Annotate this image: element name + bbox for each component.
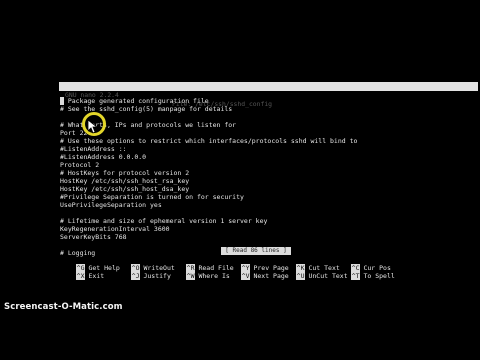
editor-line: # Use these options to restrict which in… (60, 137, 358, 145)
shortcut-label: Exit (88, 272, 105, 280)
editor-line: # HostKeys for protocol version 2 (60, 169, 190, 177)
editor-line: #ListenAddress 0.0.0.0 (60, 153, 147, 161)
recorder-watermark: Screencast-O-Matic.com (4, 302, 123, 312)
shortcut-label: To Spell (363, 272, 395, 280)
shortcut-justify[interactable]: ^J Justify (115, 264, 171, 280)
shortcut-to-spell[interactable]: ^T To Spell (335, 264, 395, 280)
mouse-pointer-icon (88, 120, 98, 134)
editor-line: # Package generated configuration file (60, 97, 209, 105)
screen-recording-frame: GNU nano 2.2.4 File: /etc/ssh/sshd_confi… (0, 0, 480, 360)
shortcut-label: Justify (143, 272, 171, 280)
status-message: [ Read 86 lines ] (221, 247, 291, 255)
shortcut-writeout[interactable]: ^O WriteOut (115, 256, 175, 272)
editor-line: UsePrivilegeSeparation yes (60, 201, 162, 209)
nano-title-bar: GNU nano 2.2.4 File: /etc/ssh/sshd_confi… (59, 82, 478, 108)
editor-line: Protocol 2 (60, 161, 100, 169)
shortcut-where-is[interactable]: ^W Where Is (170, 264, 230, 280)
shortcut-key: ^J (130, 272, 141, 280)
editor-line: KeyRegenerationInterval 3600 (60, 225, 170, 233)
text-cursor (60, 97, 64, 105)
editor-line: #ListenAddress :: (60, 145, 127, 153)
shortcut-key: ^X (75, 272, 86, 280)
editor-line: HostKey /etc/ssh/ssh_host_rsa_key (60, 177, 190, 185)
shortcut-cur-pos[interactable]: ^C Cur Pos (335, 256, 391, 272)
shortcut-key: ^W (185, 272, 196, 280)
editor-line: HostKey /etc/ssh/ssh_host_dsa_key (60, 185, 190, 193)
shortcut-get-help[interactable]: ^G Get Help (60, 256, 120, 272)
editor-line: # See the sshd_config(5) manpage for det… (60, 105, 233, 113)
shortcut-exit[interactable]: ^X Exit (60, 264, 104, 280)
shortcut-key: ^T (350, 272, 361, 280)
editor-line: ServerKeyBits 768 (60, 233, 127, 241)
editor-line: #Privilege Separation is turned on for s… (60, 193, 244, 201)
shortcut-key: ^V (240, 272, 251, 280)
shortcut-cut-text[interactable]: ^K Cut Text (280, 256, 340, 272)
shortcut-key: ^U (295, 272, 306, 280)
editor-line: # Lifetime and size of ephemeral version… (60, 217, 268, 225)
